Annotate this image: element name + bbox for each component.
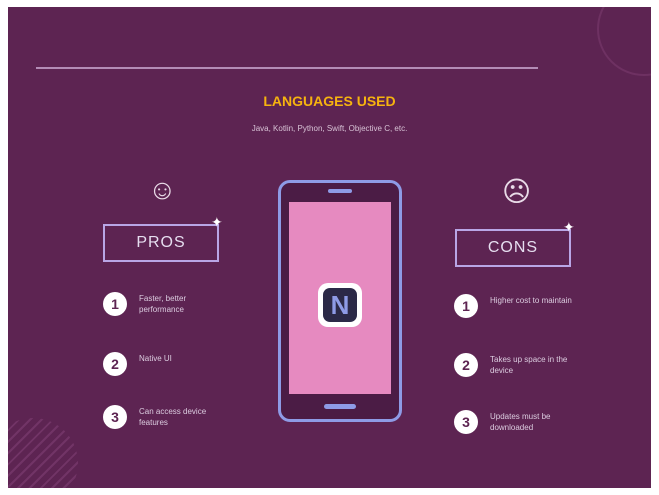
number-badge: 1	[99, 288, 129, 318]
number-badge: 3	[450, 406, 480, 436]
slide-title: LANGUAGES USED	[263, 93, 396, 109]
app-logo-letter: N	[323, 288, 357, 322]
smiley-face-icon: ☺	[148, 174, 177, 205]
sparkle-icon: ✦	[563, 219, 575, 235]
sad-face-icon: ☹	[502, 176, 532, 207]
number-badge: 1	[450, 290, 480, 320]
slide-subtitle: Java, Kotlin, Python, Swift, Objective C…	[251, 124, 408, 133]
cons-item-text: Updates must be downloaded	[490, 412, 551, 432]
cons-item-text: Higher cost to maintain	[490, 296, 572, 305]
pros-label: PROS	[103, 224, 219, 262]
cons-item-text: Takes up space in the device	[490, 355, 568, 375]
pros-item-text: Native UI	[139, 354, 172, 363]
phone-speaker	[328, 189, 352, 193]
number-badge: 3	[99, 401, 129, 431]
divider-line	[36, 67, 538, 69]
decorative-circle	[597, 7, 651, 76]
cons-label: CONS	[455, 229, 571, 267]
phone-screen: N	[289, 202, 391, 394]
pros-item-text: Faster, better performance	[139, 294, 187, 314]
slide: LANGUAGES USED Java, Kotlin, Python, Swi…	[8, 7, 651, 488]
decorative-stripes	[8, 418, 78, 488]
number-badge: 2	[450, 349, 480, 379]
phone-illustration: N	[278, 180, 402, 422]
app-logo-icon: N	[318, 283, 362, 327]
number-badge: 2	[99, 348, 129, 378]
phone-home-button	[324, 404, 356, 409]
pros-item-text: Can access device features	[139, 407, 207, 427]
sparkle-icon: ✦	[211, 214, 223, 230]
